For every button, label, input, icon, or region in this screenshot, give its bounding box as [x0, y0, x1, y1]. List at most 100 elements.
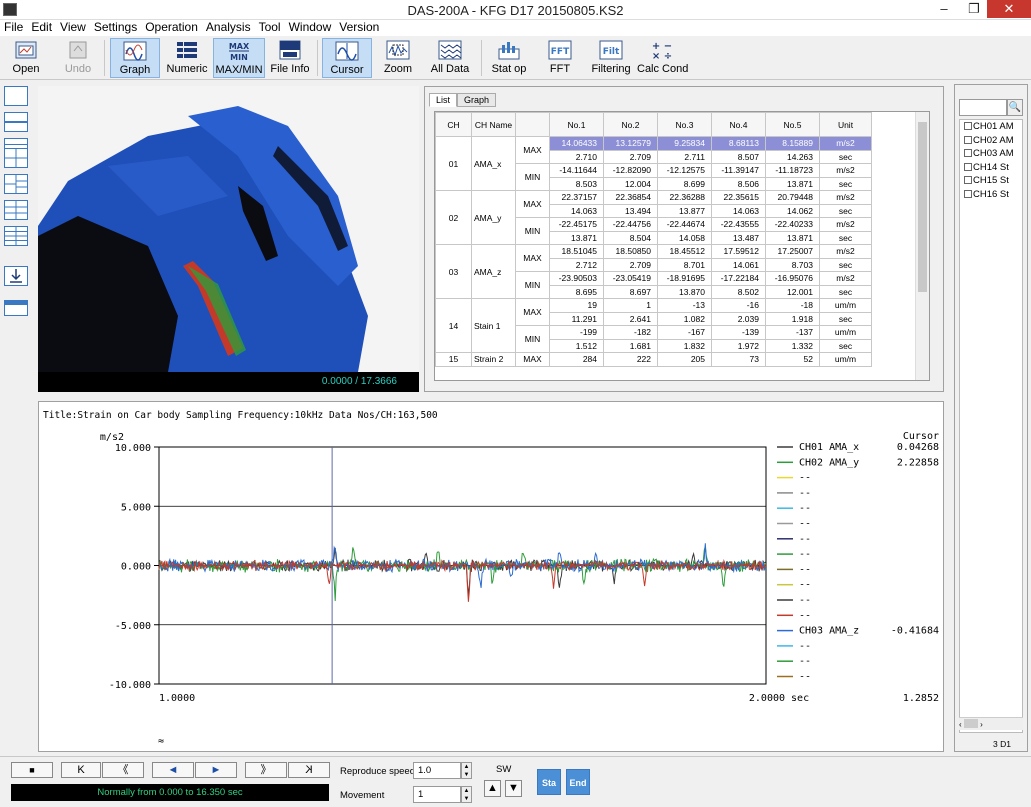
table-vertical-scrollbar[interactable]	[915, 112, 929, 380]
y-tick-label: -10.000	[109, 680, 151, 691]
channel-list-item[interactable]: CH03 AM	[960, 147, 1022, 161]
channel-list-hscroll[interactable]: ‹ ›	[959, 717, 1023, 730]
value-cell: 1.918	[765, 311, 820, 326]
value-cell: 13.12579	[603, 136, 658, 151]
sw-up-button[interactable]: ▲	[484, 780, 501, 797]
sw-label: SW	[496, 764, 512, 775]
legend-label: --	[799, 564, 811, 575]
fast-forward-button[interactable]: 》	[245, 762, 287, 778]
fast-rewind-button[interactable]: 《	[102, 762, 144, 778]
channel-list-panel: 🔍 CH01 AM CH02 AM CH03 AM CH14 St CH15 St CH1…	[954, 84, 1028, 752]
menu-settings[interactable]: Settings	[90, 20, 141, 35]
calc-cond-button[interactable]: + − × ÷ Calc Cond	[637, 38, 688, 78]
layout-2x2-icon[interactable]	[4, 148, 28, 168]
value-cell: 14.263	[765, 149, 820, 164]
maxmin-list-panel: List Graph CH CH Name No.1 No.2 No.3 No.4 No.5 U…	[424, 86, 944, 392]
numeric-button[interactable]: Numeric	[164, 38, 210, 78]
menu-operation[interactable]: Operation	[141, 20, 202, 35]
channel-checkbox[interactable]	[964, 122, 972, 130]
channel-list-item[interactable]: CH16 St	[960, 188, 1022, 202]
table-row[interactable]: 14 Stain 1 MAX 19 1 -13 -16 -18 um/m	[435, 298, 872, 353]
video-view[interactable]: 0.0000 / 17.3666	[38, 86, 419, 392]
search-icon[interactable]: 🔍	[1007, 99, 1023, 116]
layout-1-pane-icon[interactable]	[4, 86, 28, 106]
minimize-button[interactable]: –	[930, 0, 958, 18]
go-end-button[interactable]: K	[288, 762, 330, 778]
cursor-button[interactable]: Cursor	[322, 38, 372, 78]
svg-text:× ÷: × ÷	[652, 51, 672, 61]
waveform-chart[interactable]: 10.000 5.000 0.000 -5.000 -10.000 m/s2 1.0000 2…	[39, 402, 943, 751]
stat-op-button[interactable]: Stat op	[486, 38, 532, 78]
value-cell: -14.11644	[549, 163, 604, 178]
download-icon[interactable]	[4, 266, 28, 286]
menu-file[interactable]: File	[0, 20, 27, 35]
graph-button[interactable]: Graph	[110, 38, 160, 78]
menu-version[interactable]: Version	[335, 20, 383, 35]
max-min-button[interactable]: MAX MIN MAX/MIN	[213, 38, 265, 78]
menu-analysis[interactable]: Analysis	[202, 20, 255, 35]
scrollbar-thumb[interactable]	[918, 122, 927, 292]
layout-single-row-icon[interactable]	[4, 300, 28, 316]
start-marker-button[interactable]: Sta	[537, 769, 561, 795]
table-header-cell: No.5	[765, 112, 820, 137]
channel-search-input[interactable]	[959, 99, 1007, 116]
cursor-label: Cursor	[330, 64, 364, 76]
channel-list-item[interactable]: CH01 AM	[960, 120, 1022, 134]
end-marker-button[interactable]: End	[566, 769, 590, 795]
channel-checkbox[interactable]	[964, 176, 972, 184]
table-row[interactable]: 02 AMA_y MAX 22.37157 22.36854 22.36288 22.356…	[435, 190, 872, 245]
menu-window[interactable]: Window	[285, 20, 336, 35]
table-row[interactable]: 15 Strain 2 MAX 284 222 205 73 52 um/m	[435, 352, 872, 367]
unit-cell: sec	[819, 257, 872, 272]
layout-mixed-icon[interactable]	[4, 174, 28, 194]
movement-spinner[interactable]: ▲ ▼	[461, 786, 472, 803]
sw-down-button[interactable]: ▼	[505, 780, 522, 797]
maximize-button[interactable]: ❐	[960, 0, 988, 18]
value-cell: 20.79448	[765, 190, 820, 205]
filtering-button[interactable]: Filt Filtering	[588, 38, 634, 78]
channel-checkbox[interactable]	[964, 162, 972, 171]
fft-button[interactable]: FFT FFT	[540, 38, 580, 78]
table-row[interactable]: 01 AMA_x MAX 14.06433 13.12579 9.25834 8.68113…	[435, 136, 872, 191]
play-button[interactable]: ►	[195, 762, 237, 778]
value-cell: 18.51045	[549, 244, 604, 259]
channel-list-label: CH15 St	[973, 175, 1009, 186]
menu-tool[interactable]: Tool	[255, 20, 285, 35]
reproduce-speed-field[interactable]: 1.0	[413, 762, 461, 779]
channel-list-item[interactable]: CH02 AM	[960, 134, 1022, 148]
value-cell: 2.039	[711, 311, 766, 326]
channel-name-cell: Strain 2	[471, 352, 516, 367]
channel-checkbox[interactable]	[964, 189, 972, 198]
maxmin-type-cell: MIN	[515, 217, 550, 245]
table-row[interactable]: 03 AMA_z MAX 18.51045 18.50850 18.45512 17.595…	[435, 244, 872, 299]
channel-checkbox[interactable]	[964, 135, 972, 144]
layout-2-rows-icon[interactable]	[4, 112, 28, 132]
channel-checkbox[interactable]	[964, 149, 972, 157]
open-button[interactable]: Open	[6, 38, 46, 78]
unit-cell: m/s2	[819, 190, 872, 205]
stop-button[interactable]: ■	[11, 762, 53, 778]
legend-value: 2.22858	[897, 457, 939, 468]
value-cell: 11.291	[549, 311, 604, 326]
file-info-button[interactable]: File Info	[268, 38, 312, 78]
go-start-button[interactable]: K	[61, 762, 101, 778]
value-cell: 22.35615	[711, 190, 766, 205]
menu-edit[interactable]: Edit	[27, 20, 56, 35]
zoom-button[interactable]: Zoom	[378, 38, 418, 78]
legend-label: --	[799, 534, 811, 545]
tab-graph[interactable]: Graph	[457, 93, 497, 107]
layout-3x2-icon[interactable]	[4, 200, 28, 220]
reproduce-speed-spinner[interactable]: ▲ ▼	[461, 762, 472, 779]
channel-list-item[interactable]: CH15 St	[960, 174, 1022, 188]
close-button[interactable]: ✕	[987, 0, 1031, 18]
all-data-button[interactable]: All Data	[425, 38, 475, 78]
channel-list-item[interactable]: CH14 St	[960, 161, 1022, 175]
undo-button[interactable]: Undo	[58, 38, 98, 78]
menu-view[interactable]: View	[56, 20, 90, 35]
tab-list[interactable]: List	[429, 93, 458, 107]
unit-cell: m/s2	[819, 163, 872, 178]
play-reverse-button[interactable]: ◄	[152, 762, 194, 778]
layout-4x2-icon[interactable]	[4, 226, 28, 246]
value-cell: 1.681	[603, 338, 658, 353]
movement-field[interactable]: 1	[413, 786, 461, 803]
